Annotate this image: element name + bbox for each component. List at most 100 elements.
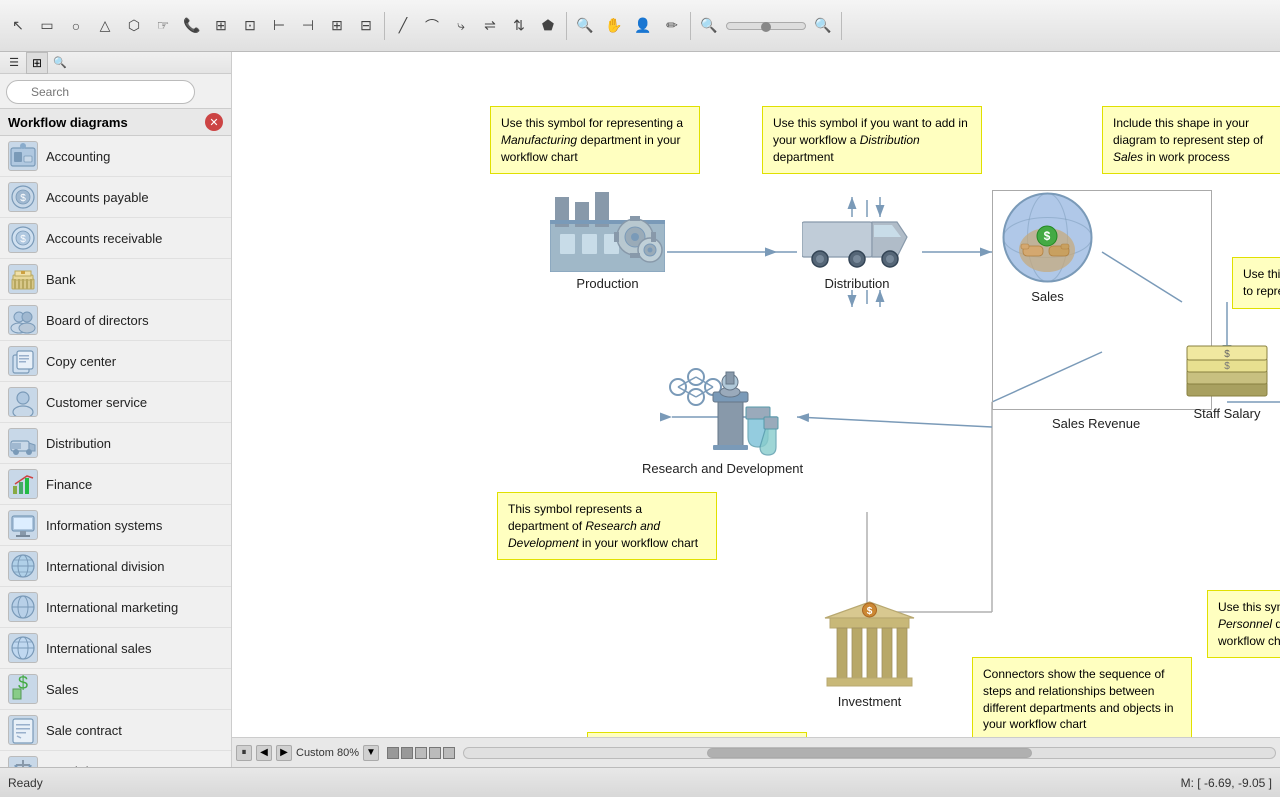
shape-tool-btn[interactable]: ⬟ [534, 12, 562, 40]
salary-svg: $ $ [1182, 342, 1272, 402]
sidebar-icon-legal [8, 756, 38, 767]
ungroup-btn[interactable]: ⊟ [352, 12, 380, 40]
sidebar-search-mini-btn[interactable]: 🔍 [50, 54, 70, 72]
sidebar-item-distribution[interactable]: Distribution [0, 423, 231, 464]
sidebar-icon-finance [8, 469, 38, 499]
pan-tool-btn[interactable]: ✋ [600, 12, 628, 40]
status-bar: Ready M: [ -6.69, -9.05 ] [0, 767, 1280, 797]
page-ind-2[interactable] [401, 747, 413, 759]
sidebar-title: Workflow diagrams [8, 115, 128, 130]
toolbar-group-zoom: 🔍 🔍 [695, 12, 842, 40]
group-btn[interactable]: ⊞ [323, 12, 351, 40]
sidebar-item-legal[interactable]: Legal department [0, 751, 231, 767]
rd-svg [658, 347, 788, 457]
sidebar-icon-sale-contract [8, 715, 38, 745]
node-investment[interactable]: $ Investment [822, 600, 917, 709]
next-page-btn[interactable]: ▶ [276, 745, 292, 761]
h-scroll-track[interactable] [463, 747, 1276, 759]
rectangle-tool-btn[interactable]: ▭ [33, 12, 61, 40]
sidebar-icon-distribution [8, 428, 38, 458]
tooltip-sales: Include this shape in your diagram to re… [1102, 106, 1280, 174]
main-area: ☰ ⊞ 🔍 🔍 Workflow diagrams ✕ Accounting [0, 52, 1280, 767]
page-ind-1[interactable] [387, 747, 399, 759]
zoom-dropdown-btn[interactable]: ▼ [363, 745, 379, 761]
sidebar-icon-board [8, 305, 38, 335]
sidebar-label-customer: Customer service [46, 395, 147, 410]
tooltip-distribution: Use this symbol if you want to add in yo… [762, 106, 982, 174]
sidebar-item-copy-center[interactable]: Copy center [0, 341, 231, 382]
sidebar-item-info-systems[interactable]: Information systems [0, 505, 231, 546]
zoom-in-btn[interactable]: 🔍 [809, 12, 837, 40]
sidebar-grid-btn[interactable]: ⊞ [26, 52, 48, 74]
node-distribution[interactable]: Distribution [802, 207, 912, 291]
align-left-btn[interactable]: ⊢ [265, 12, 293, 40]
sidebar-item-sale-contract[interactable]: Sale contract [0, 710, 231, 751]
tooltip-personnel: Use this symbol for representing a Perso… [1207, 590, 1280, 658]
search-input[interactable] [6, 80, 195, 104]
line-tool-btn[interactable]: ╱ [389, 12, 417, 40]
ellipse-tool-btn[interactable]: ○ [62, 12, 90, 40]
tooltip-rd-text: This symbol represents a department of R… [508, 502, 698, 550]
sidebar-item-finance[interactable]: Finance [0, 464, 231, 505]
sidebar-item-sales[interactable]: $ Sales [0, 669, 231, 710]
grid-tool-btn[interactable]: ⊞ [207, 12, 235, 40]
polygon-tool-btn[interactable]: ⬡ [120, 12, 148, 40]
zoom-slider[interactable] [726, 22, 806, 30]
sidebar-label-accounting: Accounting [46, 149, 110, 164]
sidebar-icon-customer [8, 387, 38, 417]
tooltip-connectors-text: Connectors show the sequence of steps an… [983, 667, 1174, 731]
page-ind-3[interactable] [415, 747, 427, 759]
sidebar-item-accounts-receivable[interactable]: $ Accounts receivable [0, 218, 231, 259]
sidebar-label-info: Information systems [46, 518, 162, 533]
pen-tool-btn[interactable]: ✏ [658, 12, 686, 40]
cursor-tool-btn[interactable]: ☞ [149, 12, 177, 40]
node-revenue-label: Sales Revenue [1052, 416, 1140, 431]
bezier-tool-btn[interactable]: ⤷ [447, 12, 475, 40]
sidebar-item-customer-service[interactable]: Customer service [0, 382, 231, 423]
node-salary[interactable]: $ $ Staff Salary [1182, 342, 1272, 421]
tooltip-connectors: Connectors show the sequence of steps an… [972, 657, 1192, 737]
sidebar: ☰ ⊞ 🔍 🔍 Workflow diagrams ✕ Accounting [0, 52, 232, 767]
canvas-area[interactable]: Use this symbol for representing a Manuf… [232, 52, 1280, 767]
sidebar-close-btn[interactable]: ✕ [205, 113, 223, 131]
sidebar-item-bank[interactable]: Bank [0, 259, 231, 300]
canvas-bottom-bar: ⏸ ◀ ▶ Custom 80% ▼ [232, 737, 1280, 767]
sidebar-item-accounting[interactable]: Accounting [0, 136, 231, 177]
svg-text:$: $ [20, 193, 26, 204]
sidebar-item-intl-division[interactable]: International division [0, 546, 231, 587]
sidebar-item-accounts-payable[interactable]: $ Accounts payable [0, 177, 231, 218]
tooltip-distribution-text: Use this symbol if you want to add in yo… [773, 116, 968, 164]
connector-tool-btn[interactable]: 📞 [178, 12, 206, 40]
node-sales[interactable]: $ Sales [1000, 190, 1095, 304]
sidebar-icon-accounting [8, 141, 38, 171]
triangle-tool-btn[interactable]: △ [91, 12, 119, 40]
page-ind-4[interactable] [429, 747, 441, 759]
page-ind-5[interactable] [443, 747, 455, 759]
sidebar-icon-info [8, 510, 38, 540]
zoom-tool-btn[interactable]: 🔍 [571, 12, 599, 40]
node-rd[interactable]: Research and Development [642, 347, 803, 476]
dotgrid-tool-btn[interactable]: ⊡ [236, 12, 264, 40]
sidebar-label-board: Board of directors [46, 313, 149, 328]
user-tool-btn[interactable]: 👤 [629, 12, 657, 40]
canvas[interactable]: Use this symbol for representing a Manuf… [232, 52, 1280, 737]
h-scroll-thumb[interactable] [707, 748, 1031, 758]
sidebar-label-intl-div: International division [46, 559, 165, 574]
arc-tool-btn[interactable]: ⌒ [418, 12, 446, 40]
sidebar-item-intl-marketing[interactable]: International marketing [0, 587, 231, 628]
path-tool-btn[interactable]: ⇌ [476, 12, 504, 40]
freehand-tool-btn[interactable]: ⇅ [505, 12, 533, 40]
prev-page-btn[interactable]: ◀ [256, 745, 272, 761]
sidebar-label-sale-contract: Sale contract [46, 723, 122, 738]
sidebar-icon-accounts-receivable: $ [8, 223, 38, 253]
zoom-slider-thumb[interactable] [761, 22, 771, 32]
sidebar-menu-btn[interactable]: ☰ [4, 54, 24, 72]
sidebar-item-intl-sales[interactable]: International sales [0, 628, 231, 669]
zoom-out-btn[interactable]: 🔍 [695, 12, 723, 40]
select-tool-btn[interactable]: ↖ [4, 12, 32, 40]
sidebar-item-board[interactable]: Board of directors [0, 300, 231, 341]
pause-btn[interactable]: ⏸ [236, 745, 252, 761]
align-right-btn[interactable]: ⊣ [294, 12, 322, 40]
node-production[interactable]: Production [550, 182, 665, 291]
svg-text:$: $ [867, 606, 873, 617]
